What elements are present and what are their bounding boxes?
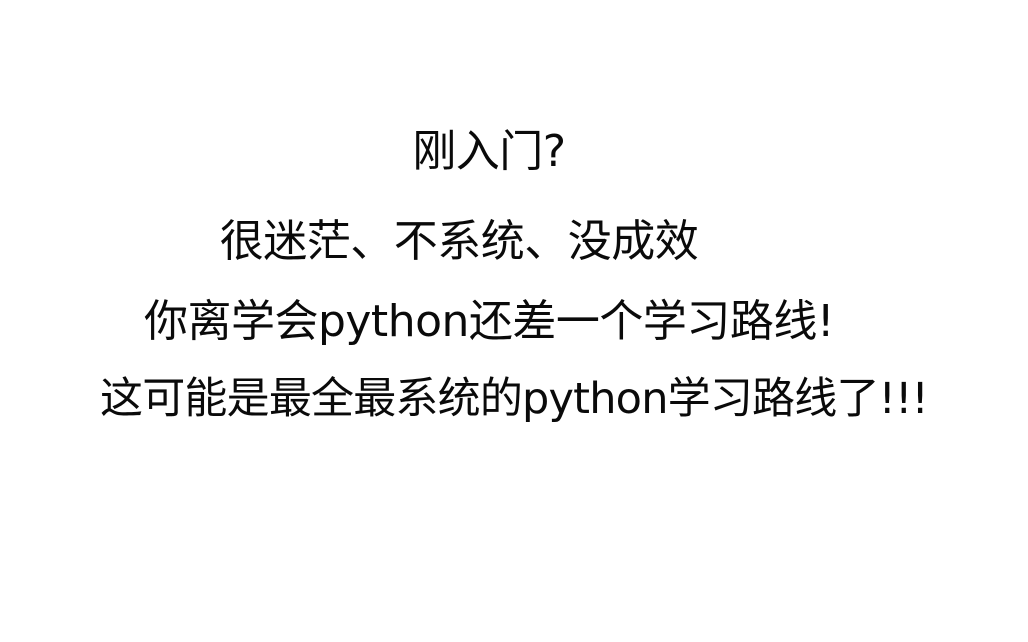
learning-path-statement: 你离学会python还差一个学习路线! bbox=[143, 296, 835, 347]
problem-statement: 很迷茫、不系统、没成效 bbox=[219, 216, 699, 267]
learning-path-claim: 这可能是最全最系统的python学习路线了!!! bbox=[100, 374, 929, 424]
slide-canvas: 刚入门? 很迷茫、不系统、没成效 你离学会python还差一个学习路线! 这可能… bbox=[0, 0, 1028, 642]
headline-question: 刚入门? bbox=[412, 126, 566, 177]
